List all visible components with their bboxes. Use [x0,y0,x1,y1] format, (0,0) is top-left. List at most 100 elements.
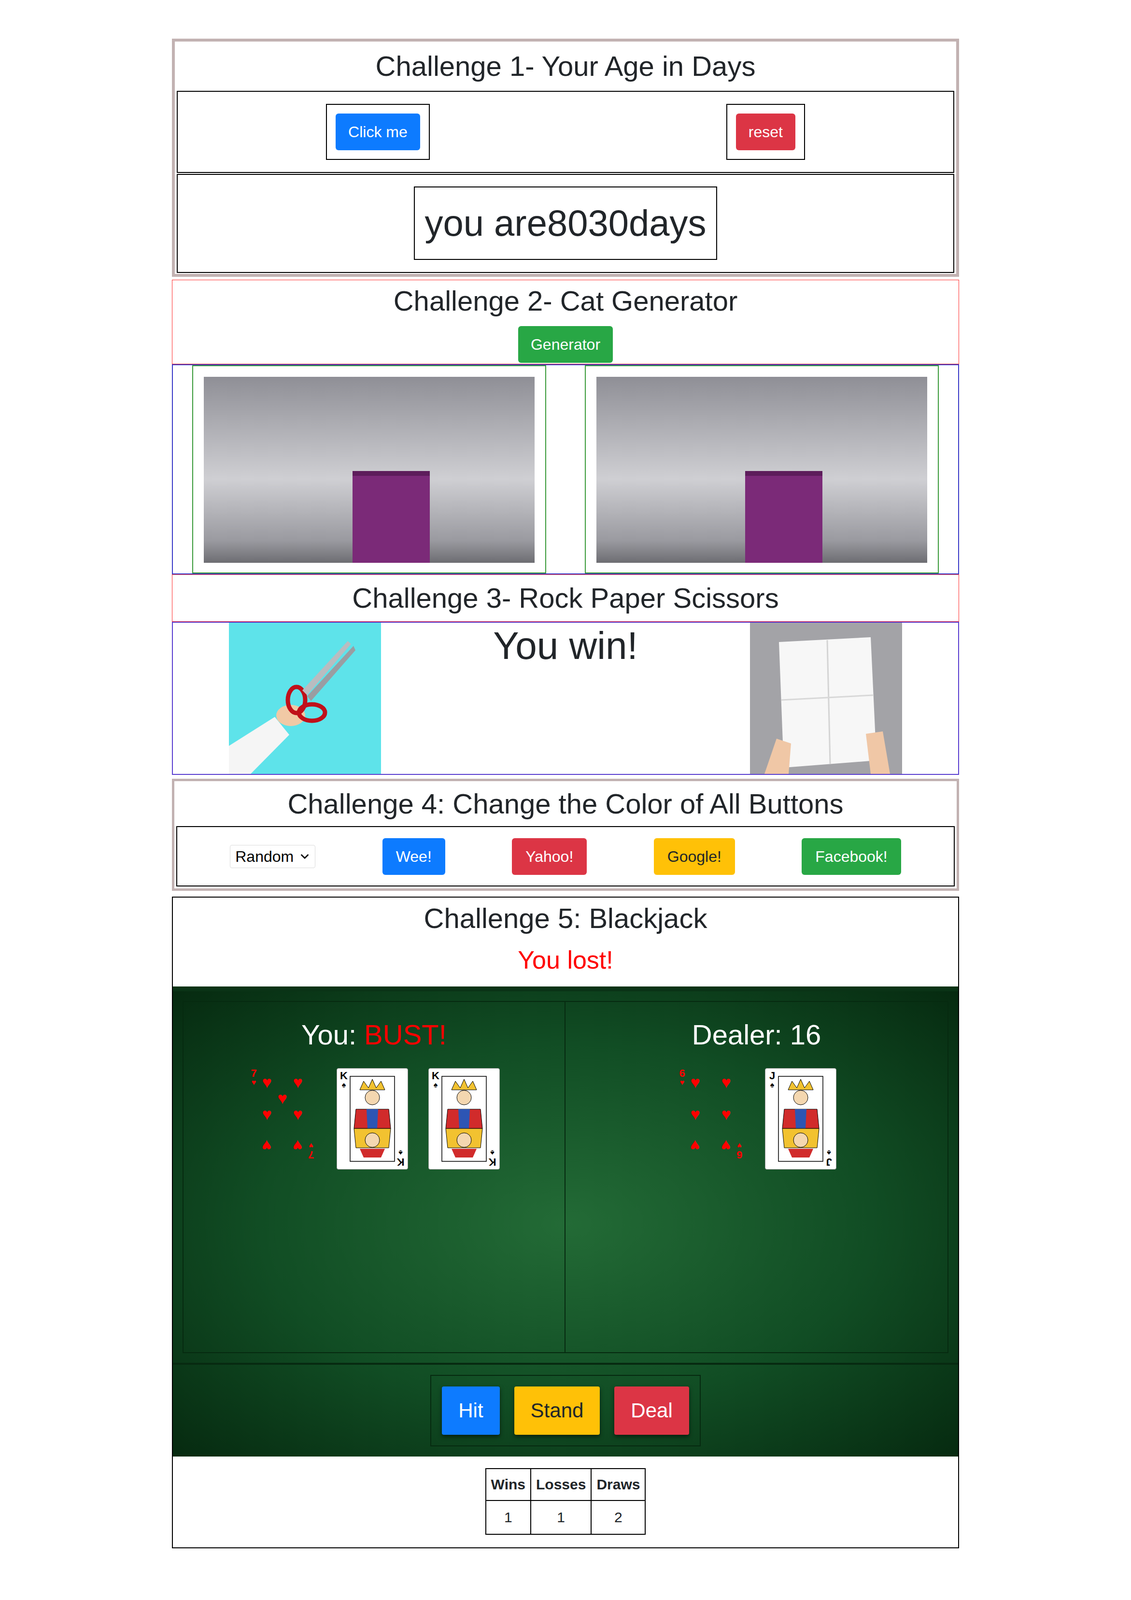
game-button[interactable]: Deal [614,1385,689,1435]
rps-challenge: Challenge 3- Rock Paper Scissors You win! [171,574,960,775]
cat-row [171,364,960,575]
scissors-icon [228,622,382,774]
board-area: You:BUST!7♥♥♥♥♥♥♥♥7♥K♠K♠K♠K♠Dealer:166♥♥… [172,990,959,1365]
card-suit: ♠ [490,1148,495,1157]
button-frame: Click me [325,103,430,160]
scissors-choice[interactable] [228,622,382,774]
stats-column: Wins [485,1468,531,1500]
card-suit: ♥ [679,1078,685,1087]
suit-pip: ♥ [261,1073,272,1090]
card-index: 6♥ [677,1067,688,1160]
button-frame: reset [726,103,806,160]
suit-pip: ♥ [690,1073,700,1090]
color-button[interactable]: Google! [653,837,736,875]
game-result: You lost! [517,944,614,975]
card-rank: 7 [307,1148,314,1160]
stats-cell: 2 [591,1499,646,1534]
stats-row: 112 [485,1499,646,1534]
suit-pip: ♥ [261,1105,272,1122]
playing-card: K♠K♠ [336,1067,409,1170]
card-index: J♠ [823,1070,835,1167]
reset-button[interactable]: reset [735,113,796,151]
suit-pip: ♥ [690,1105,700,1122]
card-index: J♠ [767,1070,778,1167]
playing-card: 7♥♥♥♥♥♥♥♥7♥ [248,1067,317,1160]
section-title: Challenge 2- Cat Generator [393,283,738,318]
hand-heading: Dealer:16 [692,1017,822,1052]
click-me-button[interactable]: Click me [335,113,421,151]
color-select[interactable]: Random [229,844,316,868]
hand-panel: Dealer:166♥♥♥♥♥♥♥6♥J♠J♠ [565,1001,948,1352]
hand-score: 16 [790,1017,822,1052]
card-index: K♠ [487,1070,498,1167]
card-suit: ♥ [736,1141,742,1149]
hand-score: BUST! [364,1017,447,1052]
color-button[interactable]: Facebook! [801,837,901,875]
suit-pip: ♥ [292,1137,303,1154]
cat-frame [584,365,939,574]
stats-head: WinsLossesDraws [485,1468,646,1500]
hand-label: You: [301,1017,357,1052]
hand-panel: You:BUST!7♥♥♥♥♥♥♥♥7♥K♠K♠K♠K♠ [183,1001,566,1352]
card-rank: K [396,1156,405,1167]
card-suit: ♠ [770,1080,775,1089]
section-header: Challenge 5: BlackjackYou lost! [172,897,959,987]
stats-area: WinsLossesDraws112 [172,1456,959,1547]
card-suit: ♠ [826,1148,832,1157]
hand-heading: You:BUST! [301,1017,447,1052]
section-header: Challenge 2- Cat Generator Generator [171,279,960,365]
card-index: K♠ [395,1070,406,1167]
board: You:BUST!7♥♥♥♥♥♥♥♥7♥K♠K♠K♠K♠Dealer:166♥♥… [182,1000,949,1353]
stats-cell: 1 [485,1499,531,1534]
card-suit: ♥ [308,1141,314,1149]
playing-card: 6♥♥♥♥♥♥♥6♥ [677,1067,745,1160]
result-row: you are8030days [176,173,955,273]
suit-pip: ♥ [690,1137,700,1154]
face-figure-icon [777,1070,824,1167]
card-index: 7♥ [305,1067,317,1160]
suit-pip: ♥ [721,1105,731,1122]
rps-row: You win! [171,621,960,775]
paper-choice[interactable] [749,622,903,774]
hand-label: Dealer: [692,1017,783,1052]
blackjack-challenge: Challenge 5: BlackjackYou lost! You:BUST!… [171,896,960,1548]
card-rank: 6 [735,1148,742,1160]
cat-challenge: Challenge 2- Cat Generator Generator [171,279,960,575]
section-title: Challenge 3- Rock Paper Scissors [172,580,959,615]
color-button[interactable]: Yahoo! [511,837,587,875]
cat-photo [203,376,535,563]
stats-cell: 1 [530,1499,592,1534]
box-shape [352,470,430,563]
card-suit: ♠ [398,1148,403,1157]
card-rank: K [339,1070,348,1081]
card-row: 7♥♥♥♥♥♥♥♥7♥K♠K♠K♠K♠ [248,1067,500,1170]
card-rank: 7 [250,1067,257,1079]
game-button[interactable]: Stand [514,1385,601,1435]
playing-card: J♠J♠ [764,1067,837,1170]
card-index: 7♥ [248,1067,260,1160]
card-rank: K [431,1070,440,1081]
color-button[interactable]: Wee! [382,837,446,875]
card-suit: ♥ [251,1078,257,1087]
card-rank: J [769,1070,776,1081]
card-suit: ♠ [341,1080,347,1089]
chevron-down-icon [299,850,311,862]
page: Challenge 1- Your Age in DaysClick meres… [171,0,960,1597]
card-rank: 6 [678,1067,685,1079]
box-shape [745,470,823,563]
playing-card: K♠K♠ [428,1067,500,1170]
stats-column: Losses [530,1468,592,1500]
age-result: you are8030days [413,186,717,260]
generator-button[interactable]: Generator [518,325,613,363]
suit-pip: ♥ [292,1105,303,1122]
rps-message: You win! [493,622,638,669]
color-challenge: Challenge 4: Change the Color of All But… [171,778,960,891]
button-row: Random Wee! Yahoo! Google! Facebook! [176,825,955,887]
section-header: Challenge 3- Rock Paper Scissors [171,574,960,622]
cat-photo [596,376,928,563]
card-suit: ♠ [433,1080,439,1089]
cat-frame [192,365,547,574]
card-index: K♠ [339,1070,350,1167]
game-button[interactable]: Hit [441,1385,500,1435]
stats-table: WinsLossesDraws112 [485,1467,647,1535]
